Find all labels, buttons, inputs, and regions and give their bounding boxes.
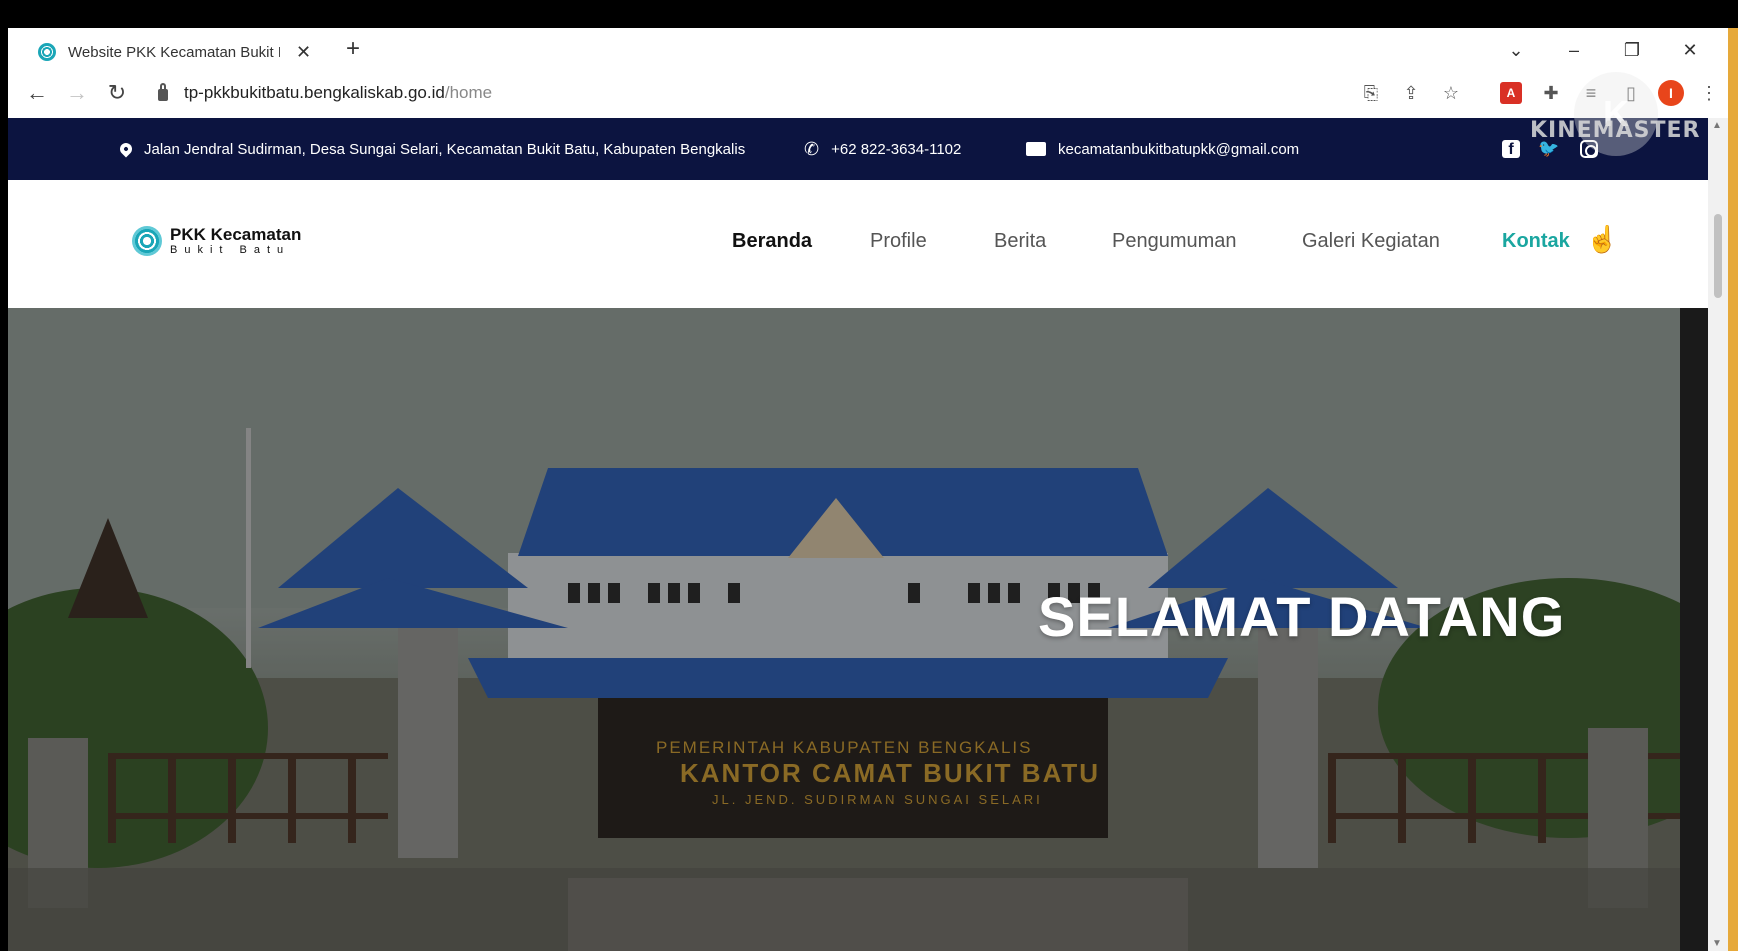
email-item: kecamatanbukitbatupkk@gmail.com — [1026, 118, 1299, 180]
address-bar[interactable]: tp-pkkbukitbatu.bengkaliskab.go.id /home — [158, 76, 1358, 110]
close-window-button[interactable]: ✕ — [1676, 36, 1704, 64]
page-scrollbar[interactable]: ▲ ▼ — [1708, 118, 1728, 951]
contact-topbar: Jalan Jendral Sudirman, Desa Sungai Sela… — [8, 118, 1708, 180]
profile-avatar[interactable]: I — [1658, 80, 1684, 106]
translate-icon[interactable]: ⎘ — [1358, 80, 1384, 106]
nav-profile[interactable]: Profile — [870, 230, 927, 253]
browser-window: Website PKK Kecamatan Bukit B ✕ + ⌄ – ❐ … — [8, 28, 1728, 951]
email-text: kecamatanbukitbatupkk@gmail.com — [1058, 140, 1300, 158]
address-text: Jalan Jendral Sudirman, Desa Sungai Sela… — [144, 140, 746, 158]
envelope-icon — [1026, 142, 1046, 156]
phone-text: +62 822-3634-1102 — [831, 140, 962, 158]
gate-sign-line1: PEMERINTAH KABUPATEN BENGKALIS — [656, 738, 1033, 757]
site-favicon-icon — [38, 43, 56, 61]
kinemaster-badge: K — [1574, 72, 1658, 156]
top-letterbox — [0, 0, 1738, 28]
minimize-button[interactable]: – — [1560, 36, 1588, 64]
nav-kontak[interactable]: Kontak — [1502, 230, 1570, 253]
lock-icon — [158, 83, 168, 101]
site-logo[interactable]: PKK Kecamatan Bukit Batu — [132, 226, 301, 256]
scroll-up-arrow-icon[interactable]: ▲ — [1712, 120, 1722, 131]
address-item: Jalan Jendral Sudirman, Desa Sungai Sela… — [117, 118, 746, 180]
logo-text: PKK Kecamatan Bukit Batu — [170, 225, 302, 257]
map-pin-icon — [117, 140, 135, 158]
tab-title: Website PKK Kecamatan Bukit B — [68, 43, 280, 61]
main-navbar: PKK Kecamatan Bukit Batu Beranda Profile… — [8, 180, 1708, 308]
phone-item: ✆ +62 822-3634-1102 — [804, 118, 961, 180]
more-menu-icon[interactable]: ⋮ — [1696, 80, 1722, 106]
nav-pengumuman[interactable]: Pengumuman — [1112, 230, 1237, 253]
restore-button[interactable]: ❐ — [1618, 36, 1646, 64]
pkk-logo-icon — [132, 226, 162, 256]
phone-icon: ✆ — [804, 138, 820, 159]
hand-cursor-icon: ☝ — [1586, 224, 1619, 254]
hero-banner: PEMERINTAH KABUPATEN BENGKALIS KANTOR CA… — [8, 308, 1708, 951]
new-tab-button[interactable]: + — [338, 34, 368, 64]
url-host: tp-pkkbukitbatu.bengkaliskab.go.id — [184, 83, 445, 102]
web-page: Jalan Jendral Sudirman, Desa Sungai Sela… — [8, 118, 1708, 951]
tab-search-icon[interactable]: ⌄ — [1502, 36, 1530, 64]
nav-beranda[interactable]: Beranda — [732, 230, 812, 253]
close-tab-icon[interactable]: ✕ — [296, 42, 311, 63]
right-edge-strip — [1728, 28, 1738, 951]
hero-title: SELAMAT DATANG — [1038, 585, 1566, 648]
kinemaster-watermark: KINEMASTER — [1530, 118, 1701, 143]
facebook-icon[interactable]: f — [1502, 140, 1520, 158]
browser-toolbar: ← → ↻ tp-pkkbukitbatu.bengkaliskab.go.id… — [8, 70, 1728, 116]
gate-sign-line2: KANTOR CAMAT BUKIT BATU — [680, 758, 1101, 788]
reload-icon[interactable]: ↻ — [102, 78, 132, 108]
scrollbar-thumb[interactable] — [1714, 214, 1722, 298]
forward-icon[interactable]: → — [62, 78, 92, 108]
extensions-puzzle-icon[interactable]: ✚ — [1538, 80, 1564, 106]
scroll-down-arrow-icon[interactable]: ▼ — [1712, 938, 1722, 949]
hero-right-edge — [1680, 308, 1708, 951]
logo-line1: PKK Kecamatan — [170, 225, 302, 244]
browser-tab[interactable]: Website PKK Kecamatan Bukit B ✕ — [26, 34, 326, 70]
video-frame: Website PKK Kecamatan Bukit B ✕ + ⌄ – ❐ … — [0, 0, 1738, 951]
tab-strip: Website PKK Kecamatan Bukit B ✕ + ⌄ – ❐ … — [8, 28, 1728, 70]
gate-sign-line3: JL. JEND. SUDIRMAN SUNGAI SELARI — [712, 792, 1043, 807]
share-icon[interactable]: ⇪ — [1398, 80, 1424, 106]
bookmark-star-icon[interactable]: ☆ — [1438, 80, 1464, 106]
pdf-extension-icon[interactable]: A — [1500, 82, 1522, 104]
url-path: /home — [444, 83, 493, 102]
nav-berita[interactable]: Berita — [994, 230, 1046, 253]
nav-galeri-kegiatan[interactable]: Galeri Kegiatan — [1302, 230, 1440, 253]
logo-line2: Bukit Batu — [170, 244, 291, 256]
back-icon[interactable]: ← — [22, 78, 52, 108]
